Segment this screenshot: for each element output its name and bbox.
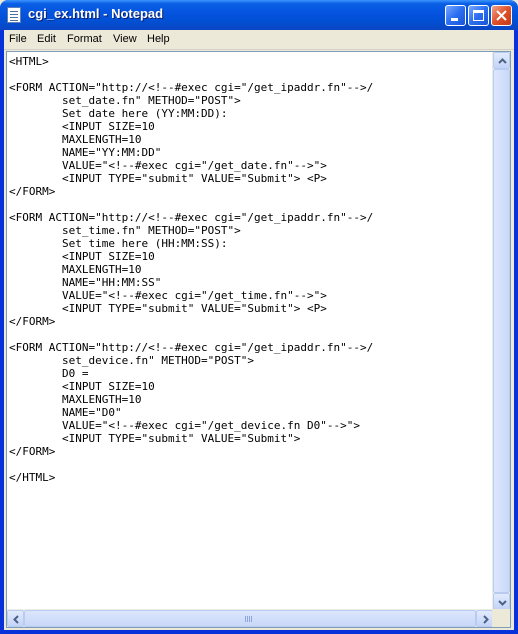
menu-format[interactable]: Format bbox=[67, 33, 102, 45]
text-line[interactable]: <FORM ACTION="http://<!--#exec cgi="/get… bbox=[9, 211, 373, 224]
document-text[interactable]: <HTML> <FORM ACTION="http://<!--#exec cgi… bbox=[9, 52, 493, 610]
text-editor[interactable]: <HTML> <FORM ACTION="http://<!--#exec cgi… bbox=[6, 51, 511, 628]
text-line[interactable]: </HTML> bbox=[9, 471, 55, 484]
maximize-button[interactable] bbox=[468, 5, 489, 26]
menu-edit[interactable]: Edit bbox=[37, 33, 56, 45]
horizontal-scroll-thumb[interactable] bbox=[24, 610, 476, 627]
text-line[interactable]: set_date.fn" METHOD="POST"> bbox=[9, 94, 241, 107]
text-line[interactable]: Set date here (YY:MM:DD): bbox=[9, 107, 228, 120]
scroll-right-button[interactable] bbox=[476, 610, 493, 627]
text-line[interactable]: <HTML> bbox=[9, 55, 49, 68]
text-line[interactable]: </FORM> bbox=[9, 185, 55, 198]
text-line[interactable]: D0 = bbox=[9, 367, 89, 380]
title-bar[interactable]: cgi_ex.html - Notepad bbox=[0, 0, 518, 30]
menu-file[interactable]: File bbox=[9, 33, 27, 45]
text-line[interactable]: <INPUT SIZE=10 bbox=[9, 380, 155, 393]
text-line[interactable]: <INPUT TYPE="submit" VALUE="Submit"> <P> bbox=[9, 302, 327, 315]
arrow-left-icon bbox=[13, 615, 19, 624]
notepad-window: cgi_ex.html - Notepad File Edit Format V… bbox=[0, 0, 518, 634]
text-line[interactable]: Set time here (HH:MM:SS): bbox=[9, 237, 228, 250]
window-title: cgi_ex.html - Notepad bbox=[28, 6, 164, 21]
horizontal-scrollbar[interactable] bbox=[7, 609, 493, 627]
text-line[interactable]: NAME="HH:MM:SS" bbox=[9, 276, 161, 289]
text-line[interactable]: <INPUT SIZE=10 bbox=[9, 120, 155, 133]
text-line[interactable]: <INPUT SIZE=10 bbox=[9, 250, 155, 263]
arrow-up-icon bbox=[498, 58, 507, 64]
text-line[interactable]: set_time.fn" METHOD="POST"> bbox=[9, 224, 241, 237]
menu-bar: File Edit Format View Help bbox=[4, 30, 514, 50]
text-line[interactable]: <INPUT TYPE="submit" VALUE="Submit"> <P> bbox=[9, 172, 327, 185]
text-line[interactable]: </FORM> bbox=[9, 315, 55, 328]
text-line[interactable]: set_device.fn" METHOD="POST"> bbox=[9, 354, 254, 367]
scroll-down-button[interactable] bbox=[493, 593, 510, 610]
close-button[interactable] bbox=[491, 5, 512, 26]
vertical-scrollbar[interactable] bbox=[492, 52, 510, 610]
menu-help[interactable]: Help bbox=[147, 33, 170, 45]
menu-view[interactable]: View bbox=[113, 33, 137, 45]
scroll-up-button[interactable] bbox=[493, 52, 510, 69]
arrow-down-icon bbox=[498, 600, 507, 606]
grip-icon bbox=[245, 616, 253, 622]
arrow-right-icon bbox=[483, 615, 489, 624]
text-line[interactable]: <FORM ACTION="http://<!--#exec cgi="/get… bbox=[9, 81, 373, 94]
text-line[interactable]: <INPUT TYPE="submit" VALUE="Submit"> bbox=[9, 432, 300, 445]
text-line[interactable]: </FORM> bbox=[9, 445, 55, 458]
text-line[interactable]: MAXLENGTH=10 bbox=[9, 393, 141, 406]
vertical-scroll-thumb[interactable] bbox=[493, 69, 510, 593]
minimize-button[interactable] bbox=[445, 5, 466, 26]
text-line[interactable]: <FORM ACTION="http://<!--#exec cgi="/get… bbox=[9, 341, 373, 354]
text-line[interactable]: VALUE="<!--#exec cgi="/get_time.fn"-->"> bbox=[9, 289, 327, 302]
size-grip bbox=[492, 609, 510, 627]
client-area: File Edit Format View Help <HTML> <FORM A… bbox=[4, 30, 514, 630]
text-line[interactable]: MAXLENGTH=10 bbox=[9, 263, 141, 276]
close-icon bbox=[496, 10, 507, 21]
scroll-left-button[interactable] bbox=[7, 610, 24, 627]
notepad-icon[interactable] bbox=[7, 7, 21, 23]
text-line[interactable]: NAME="D0" bbox=[9, 406, 122, 419]
text-line[interactable]: NAME="YY:MM:DD" bbox=[9, 146, 161, 159]
text-line[interactable]: VALUE="<!--#exec cgi="/get_date.fn"-->"> bbox=[9, 159, 327, 172]
text-line[interactable]: VALUE="<!--#exec cgi="/get_device.fn D0"… bbox=[9, 419, 360, 432]
text-line[interactable]: MAXLENGTH=10 bbox=[9, 133, 141, 146]
